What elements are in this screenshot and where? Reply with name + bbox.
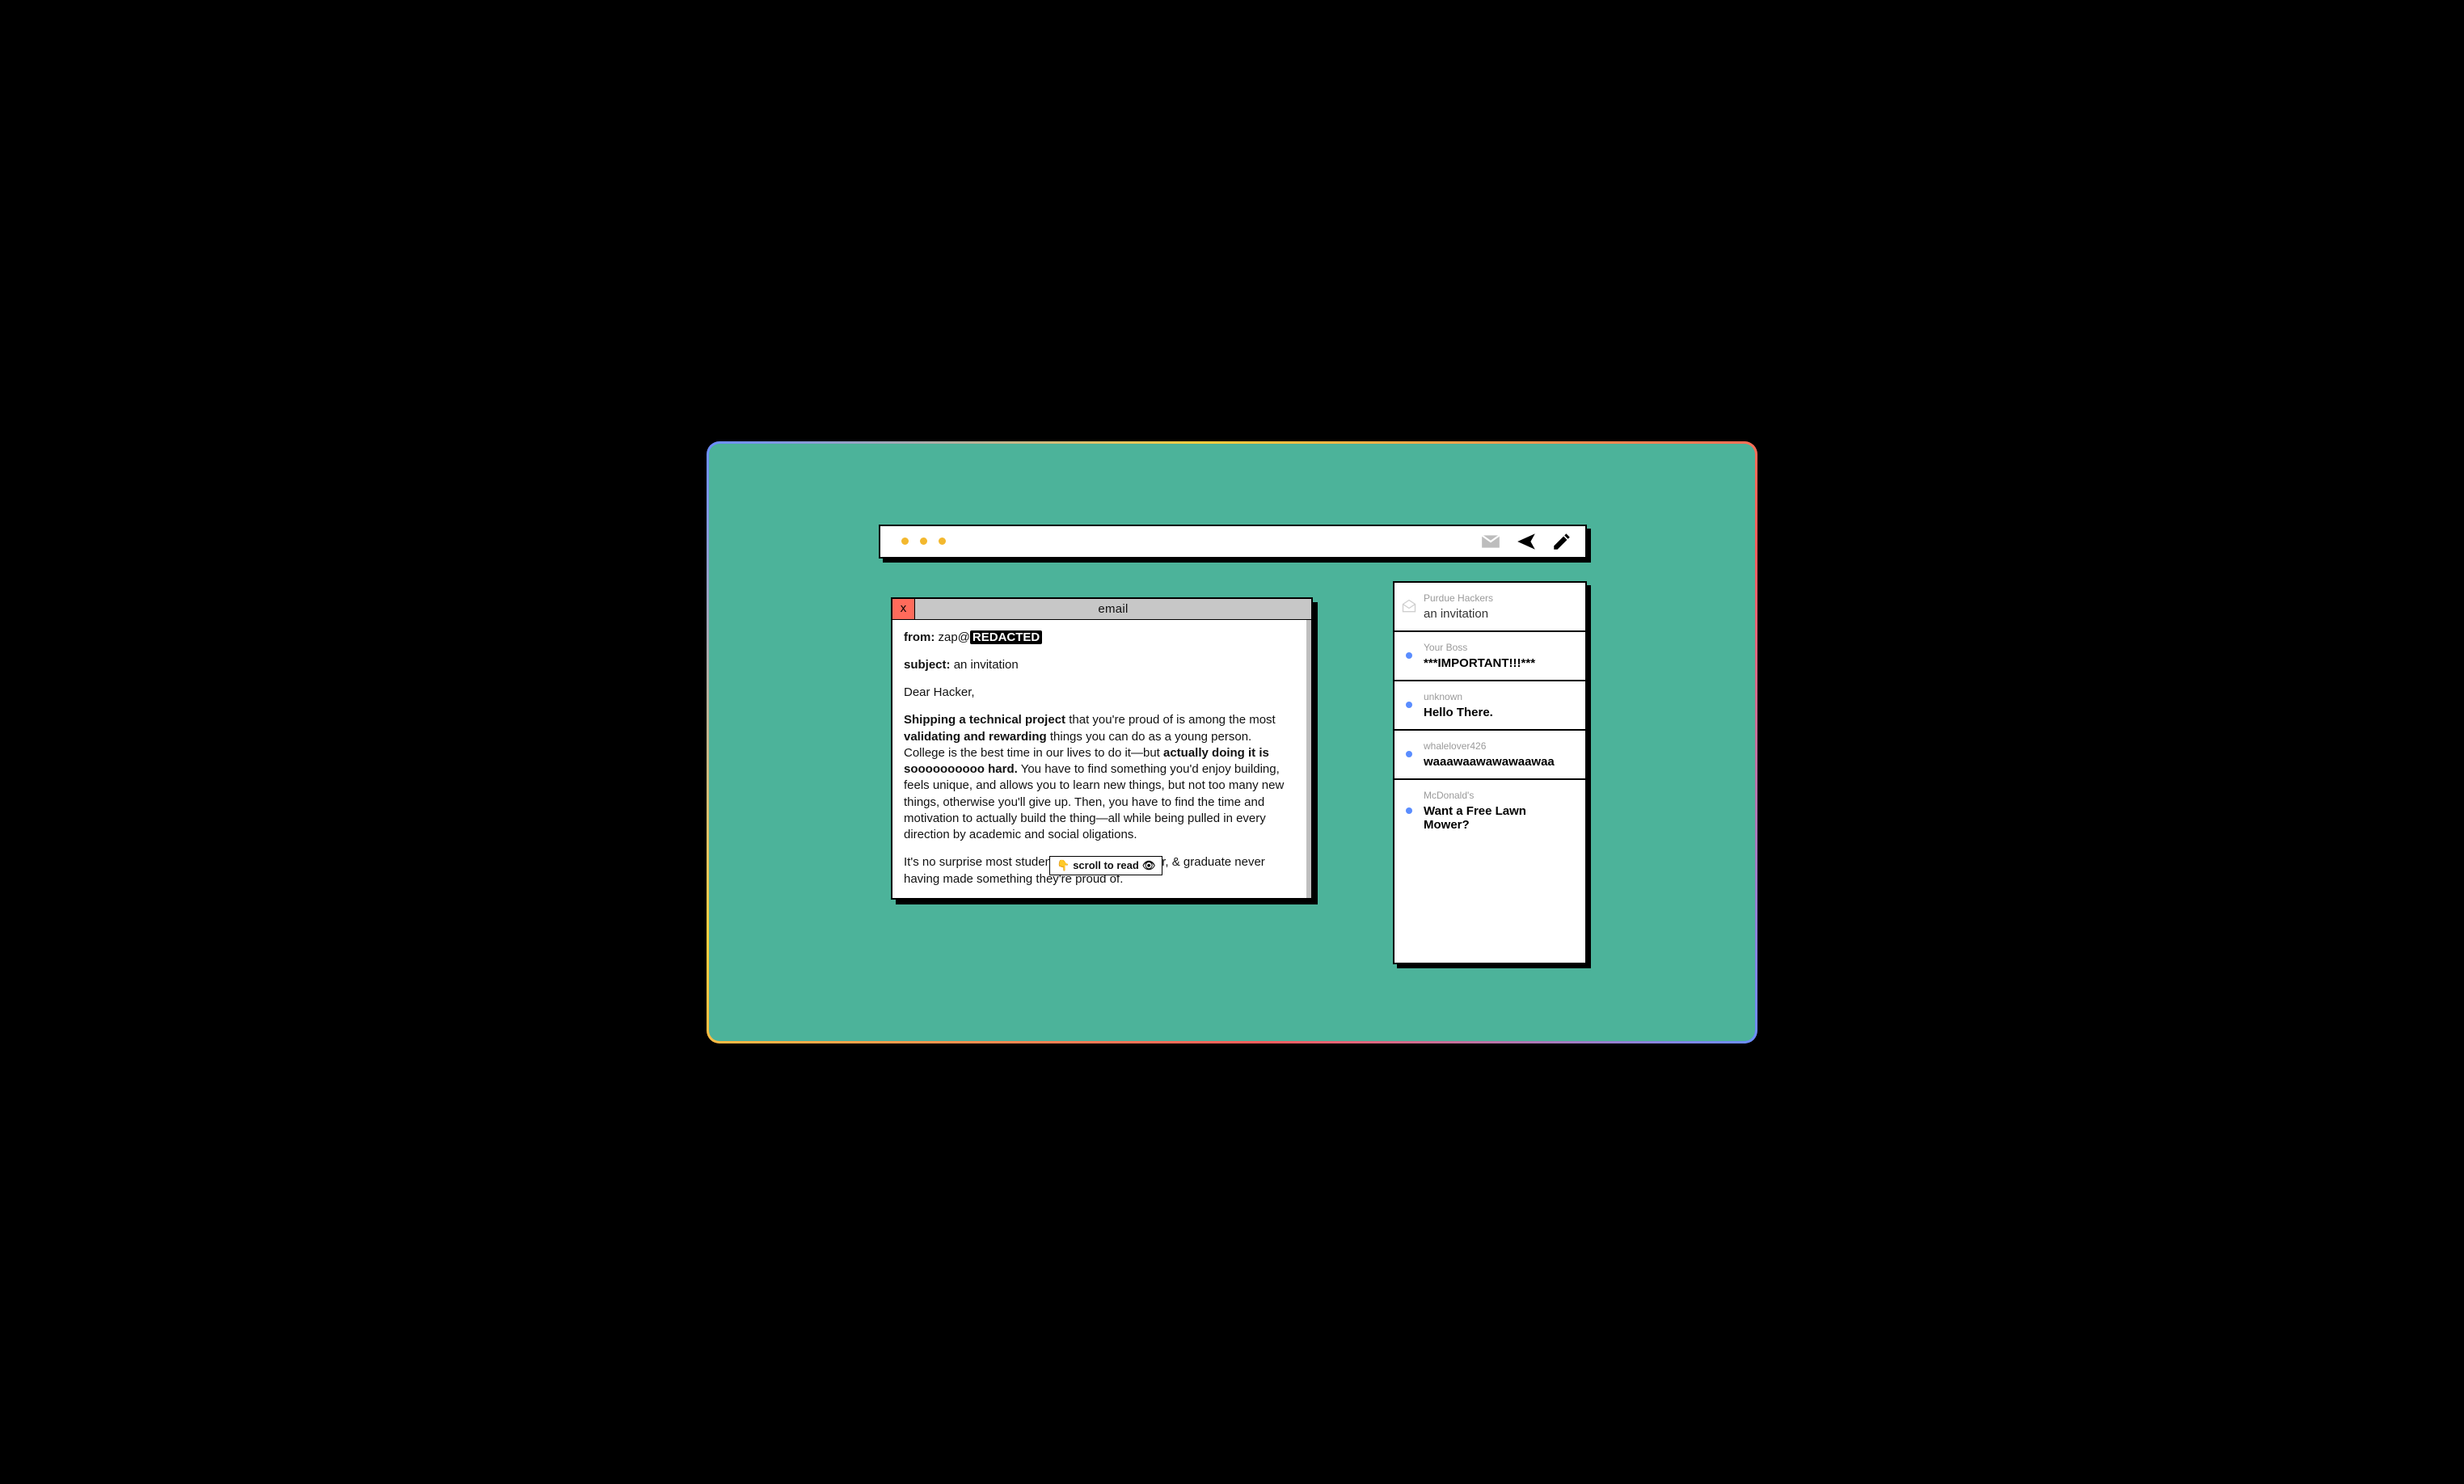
traffic-dot[interactable] bbox=[901, 538, 909, 545]
traffic-dot[interactable] bbox=[939, 538, 946, 545]
point-down-icon: 👇 bbox=[1057, 858, 1070, 873]
inbox-subject: an invitation bbox=[1424, 607, 1574, 621]
inbox-from: whalelover426 bbox=[1424, 740, 1574, 752]
traffic-lights bbox=[901, 538, 946, 545]
inbox-from: unknown bbox=[1424, 691, 1574, 702]
email-body[interactable]: from: zap@REDACTED subject: an invitatio… bbox=[892, 620, 1311, 898]
email-from-line: from: zap@REDACTED bbox=[904, 630, 1295, 646]
text-bold: validating and rewarding bbox=[904, 730, 1047, 744]
close-button[interactable]: x bbox=[892, 599, 915, 619]
traffic-dot[interactable] bbox=[920, 538, 927, 545]
unread-dot-icon bbox=[1406, 751, 1412, 757]
inbox-item[interactable]: McDonald's Want a Free Lawn Mower? bbox=[1394, 780, 1585, 841]
inbox-item[interactable]: whalelover426 waaawaawawawaawaa bbox=[1394, 731, 1585, 780]
email-title: email bbox=[915, 599, 1311, 619]
email-window: x email from: zap@REDACTED subject: an i… bbox=[891, 597, 1313, 900]
unread-dot-icon bbox=[1406, 807, 1412, 814]
subject-value: an invitation bbox=[954, 658, 1019, 672]
send-icon[interactable] bbox=[1516, 531, 1537, 552]
inbox-from: McDonald's bbox=[1424, 790, 1574, 801]
inbox-item[interactable]: unknown Hello There. bbox=[1394, 681, 1585, 731]
email-subject-line: subject: an invitation bbox=[904, 657, 1295, 673]
desktop-surface: x email from: zap@REDACTED subject: an i… bbox=[709, 444, 1755, 1041]
email-titlebar: x email bbox=[892, 599, 1311, 620]
unread-dot-icon bbox=[1406, 652, 1412, 659]
email-greeting: Dear Hacker, bbox=[904, 685, 1295, 701]
subject-label: subject: bbox=[904, 658, 951, 672]
inbox-item[interactable]: Your Boss ***IMPORTANT!!!*** bbox=[1394, 632, 1585, 681]
from-label: from: bbox=[904, 630, 935, 644]
compose-icon[interactable] bbox=[1551, 531, 1572, 552]
scroll-hint-badge: 👇 scroll to read 👁 bbox=[1049, 856, 1162, 875]
open-envelope-icon bbox=[1401, 598, 1417, 614]
inbox-from: Your Boss bbox=[1424, 642, 1574, 653]
scrollbar[interactable] bbox=[1306, 620, 1311, 898]
toolbar-window bbox=[879, 525, 1587, 559]
app-frame: x email from: zap@REDACTED subject: an i… bbox=[707, 441, 1757, 1043]
inbox-item[interactable]: Purdue Hackers an invitation bbox=[1394, 583, 1585, 632]
inbox-subject: waaawaawawawaawaa bbox=[1424, 755, 1574, 769]
inbox-from: Purdue Hackers bbox=[1424, 592, 1574, 604]
inbox-subject: Hello There. bbox=[1424, 706, 1574, 719]
unread-dot-icon bbox=[1406, 702, 1412, 708]
text: that you're proud of is among the most bbox=[1065, 713, 1276, 727]
eye-icon: 👁 bbox=[1142, 858, 1156, 873]
email-para-1: Shipping a technical project that you're… bbox=[904, 712, 1295, 843]
scroll-hint-text: scroll to read bbox=[1073, 858, 1139, 873]
text-bold: Shipping a technical project bbox=[904, 713, 1065, 727]
toolbar-icons bbox=[1480, 531, 1572, 552]
inbox-subject: Want a Free Lawn Mower? bbox=[1424, 804, 1574, 832]
inbox-panel: Purdue Hackers an invitation Your Boss ***I… bbox=[1393, 581, 1587, 964]
mail-icon[interactable] bbox=[1480, 531, 1501, 552]
redacted-badge: REDACTED bbox=[970, 630, 1042, 644]
inbox-subject: ***IMPORTANT!!!*** bbox=[1424, 656, 1574, 670]
from-value-prefix: zap@ bbox=[939, 630, 970, 644]
